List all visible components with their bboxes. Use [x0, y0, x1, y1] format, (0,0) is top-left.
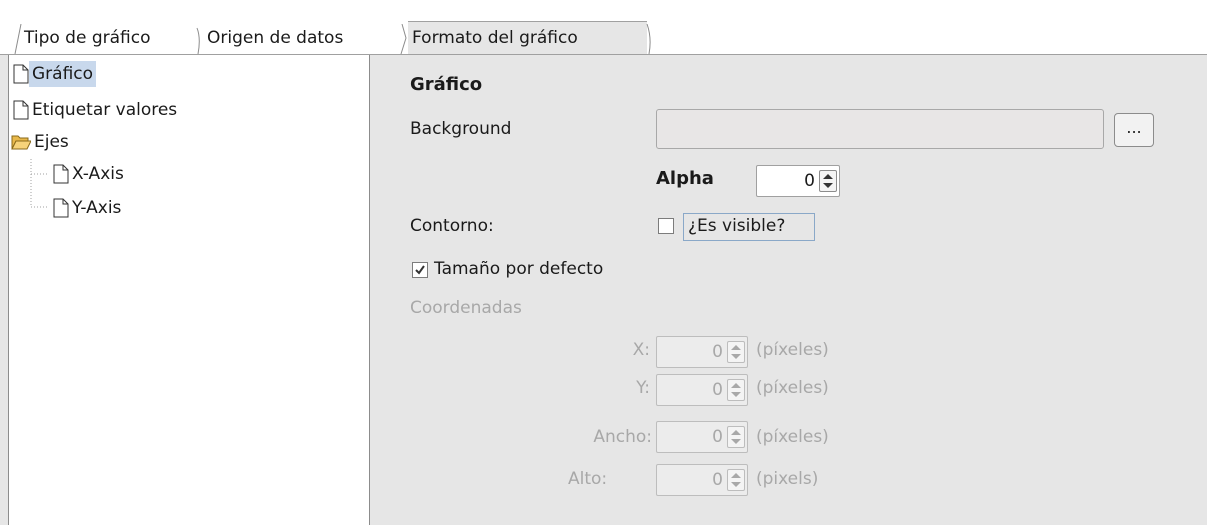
coord-x-spinner[interactable]: 0 — [656, 336, 748, 368]
tree-item-x-axis[interactable]: X-Axis — [53, 161, 127, 187]
spinner-arrows-icon[interactable] — [727, 379, 745, 401]
alpha-label: Alpha — [656, 168, 714, 189]
outline-label: Contorno: — [410, 216, 494, 236]
tab-content: Gráfico Etiquetar valores Ejes X-Axis Y-… — [0, 55, 1207, 525]
coord-y-unit: (píxeles) — [756, 378, 829, 398]
background-label: Background — [410, 119, 512, 139]
default-size-label[interactable]: Tamaño por defecto — [434, 259, 603, 279]
coord-width-spinner[interactable]: 0 — [656, 421, 748, 453]
tree-item-value-labels[interactable]: Etiquetar valores — [13, 97, 180, 123]
coord-width-value: 0 — [712, 427, 723, 447]
spinner-arrows-icon[interactable] — [727, 426, 745, 448]
tree-item-axes[interactable]: Ejes — [11, 129, 72, 155]
coord-width-unit: (píxeles) — [756, 427, 829, 447]
background-browse-button[interactable]: ... — [1114, 113, 1154, 147]
tree-item-chart[interactable]: Gráfico — [13, 61, 97, 87]
visible-label[interactable]: ¿Es visible? — [688, 216, 785, 236]
tab-chart-type[interactable]: Tipo de gráfico — [20, 22, 155, 54]
document-icon — [53, 164, 69, 184]
visible-checkbox[interactable] — [658, 218, 674, 234]
tab-separator — [400, 24, 408, 54]
default-size-checkbox[interactable] — [412, 262, 428, 278]
tab-separator — [646, 24, 654, 54]
section-title: Gráfico — [410, 74, 483, 95]
coord-x-unit: (píxeles) — [756, 340, 829, 360]
tree-item-label: Gráfico — [29, 61, 97, 87]
coord-width-label: Ancho: — [593, 427, 652, 447]
chart-format-dialog: Tipo de gráfico Origen de datos Formato … — [0, 0, 1207, 525]
alpha-spinner[interactable]: 0 — [756, 165, 840, 197]
folder-open-icon — [11, 132, 32, 152]
tree-item-label: X-Axis — [72, 164, 124, 184]
spinner-arrows-icon[interactable] — [819, 170, 837, 192]
coord-y-spinner[interactable]: 0 — [656, 374, 748, 406]
tree-item-label: Etiquetar valores — [32, 100, 178, 120]
spinner-arrows-icon[interactable] — [727, 341, 745, 363]
tab-data-source[interactable]: Origen de datos — [203, 22, 347, 54]
coord-height-label: Alto: — [568, 469, 608, 489]
alpha-value: 0 — [804, 171, 815, 191]
section-tree: Gráfico Etiquetar valores Ejes X-Axis Y-… — [8, 55, 370, 525]
tab-bar: Tipo de gráfico Origen de datos Formato … — [0, 0, 1207, 55]
coord-height-value: 0 — [712, 470, 723, 490]
coord-height-unit: (pixels) — [756, 469, 819, 489]
coord-y-label: Y: — [636, 378, 650, 398]
spinner-arrows-icon[interactable] — [727, 469, 745, 491]
tab-chart-format[interactable]: Formato del gráfico — [408, 21, 647, 55]
document-icon — [53, 198, 69, 218]
tree-item-label: Ejes — [34, 132, 69, 152]
coord-height-spinner[interactable]: 0 — [656, 464, 748, 496]
coord-y-value: 0 — [712, 380, 723, 400]
coordinates-label: Coordenadas — [410, 298, 522, 318]
background-field[interactable] — [656, 109, 1104, 149]
tree-item-y-axis[interactable]: Y-Axis — [53, 195, 124, 221]
coord-x-value: 0 — [712, 342, 723, 362]
tree-item-label: Y-Axis — [72, 198, 122, 218]
document-icon — [13, 64, 29, 84]
coord-x-label: X: — [632, 340, 650, 360]
document-icon — [13, 100, 29, 120]
